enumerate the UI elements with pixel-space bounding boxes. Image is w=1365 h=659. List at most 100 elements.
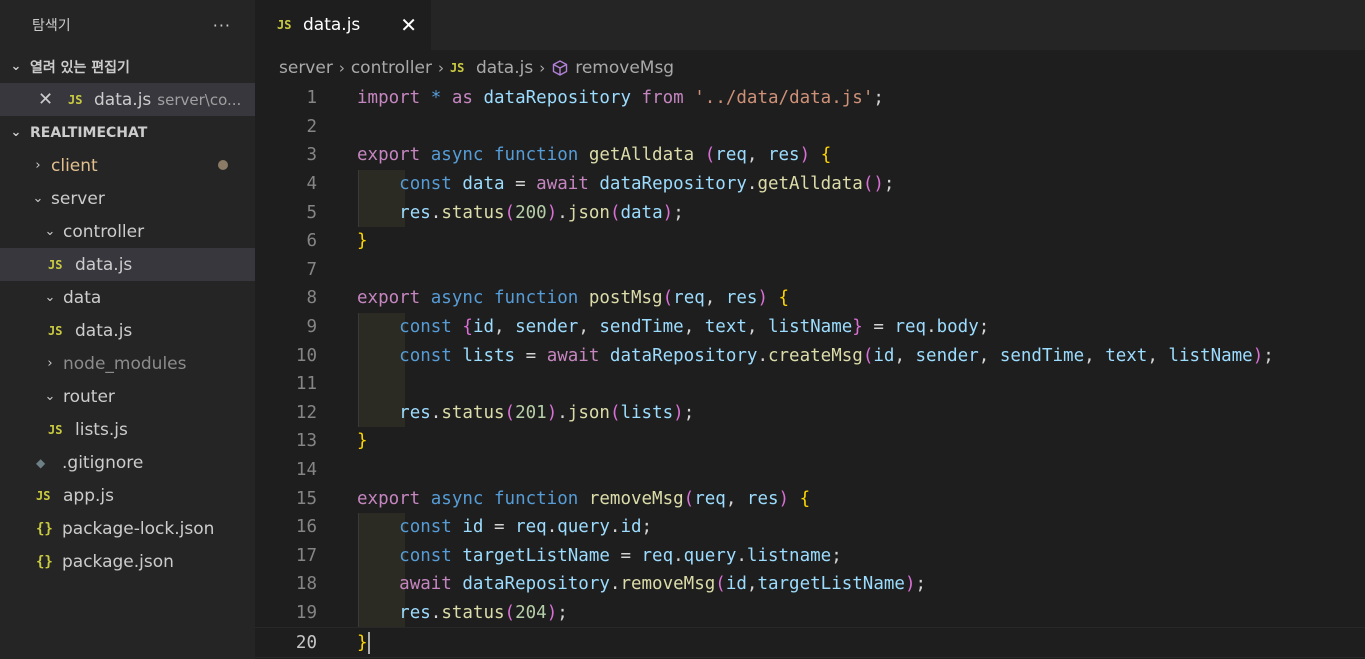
tab-bar: JS data.js ✕ (255, 0, 1365, 50)
code-line[interactable]: 16 const id = req.query.id; (255, 512, 1365, 542)
close-icon[interactable]: ✕ (400, 13, 417, 37)
breadcrumb-controller[interactable]: controller (351, 58, 432, 78)
code-text: } (357, 231, 368, 251)
code-line[interactable]: 17 const targetListName = req.query.list… (255, 541, 1365, 571)
code-token: , (746, 574, 758, 595)
code-token: ; (641, 517, 653, 538)
tree-item-node-modules[interactable]: › node_modules (0, 347, 255, 380)
code-editor[interactable]: 1 import * as dataRepository from '../dat… (255, 84, 1365, 658)
tree-item-router[interactable]: ⌄ router (0, 380, 255, 413)
code-token: ; (673, 202, 684, 223)
code-token: res (399, 602, 431, 623)
code-token: ) (1252, 345, 1264, 366)
code-token: ( (862, 345, 874, 366)
code-line[interactable]: 20} (255, 627, 1365, 658)
code-token: { (820, 145, 832, 166)
code-token: . (609, 574, 621, 595)
tree-item-package-json[interactable]: {} package.json (0, 545, 255, 578)
chevron-down-icon: ⌄ (10, 59, 22, 74)
tab-data-js[interactable]: JS data.js ✕ (255, 0, 431, 50)
code-token: status (441, 402, 505, 423)
code-token: listName (1168, 345, 1253, 366)
tree-item-lists-js[interactable]: JS lists.js (0, 413, 255, 446)
code-token: ; (557, 602, 568, 623)
code-token: function (494, 145, 579, 166)
code-token: . (430, 202, 442, 223)
code-token: sender (915, 345, 979, 366)
code-token: . (757, 345, 768, 366)
js-file-icon: JS (68, 92, 83, 107)
code-line[interactable]: 4 const data = await dataRepository.getA… (255, 169, 1365, 199)
code-text: } (357, 431, 368, 451)
code-token: ( (683, 488, 695, 509)
code-text: const targetListName = req.query.listnam… (357, 546, 842, 566)
code-token: sendTime (599, 317, 684, 338)
tree-item-server[interactable]: ⌄ server (0, 182, 255, 215)
code-token: , (746, 317, 768, 338)
open-editors-section[interactable]: ⌄ 열려 있는 편집기 (0, 50, 255, 83)
tree-item-data[interactable]: ⌄ data (0, 281, 255, 314)
code-token: dataRepository (462, 574, 610, 595)
code-token: req (715, 145, 747, 166)
code-token: ; (978, 317, 990, 338)
tree-item-controller[interactable]: ⌄ controller (0, 215, 255, 248)
code-line[interactable]: 3 export async function getAlldata (req, … (255, 141, 1365, 170)
tree-item-label: app.js (63, 485, 114, 506)
code-token: const (399, 345, 452, 366)
code-line[interactable]: 12 res.status(201).json(lists); (255, 398, 1365, 428)
code-line[interactable]: 11 (255, 369, 1365, 399)
code-token: ) (673, 402, 684, 423)
code-token: dataRepository (483, 88, 631, 109)
line-number: 20 (295, 632, 317, 653)
code-line[interactable]: 10 const lists = await dataRepository.cr… (255, 341, 1365, 370)
code-token: ; (683, 402, 695, 423)
more-actions-icon[interactable]: ··· (213, 16, 231, 35)
code-line[interactable]: 9 const {id, sender, sendTime, text, lis… (255, 312, 1365, 342)
line-number: 19 (295, 602, 317, 623)
tree-item-package-lock-json[interactable]: {} package-lock.json (0, 512, 255, 545)
breadcrumb-symbol[interactable]: removeMsg (575, 58, 674, 78)
code-line[interactable]: 6} (255, 227, 1365, 256)
code-line[interactable]: 1 import * as dataRepository from '../dat… (255, 84, 1365, 113)
tree-item--gitignore[interactable]: ◆ .gitignore (0, 446, 255, 479)
code-line[interactable]: 13} (255, 427, 1365, 456)
js-file-icon: JS (277, 18, 292, 32)
code-line[interactable]: 8 export async function postMsg(req, res)… (255, 284, 1365, 313)
code-line[interactable]: 15 export async function removeMsg(req, r… (255, 484, 1365, 513)
code-token: import (357, 88, 421, 109)
open-editor-item[interactable]: ✕ JS data.js server\co... (0, 83, 255, 116)
tree-item-data-js[interactable]: JS data.js (0, 248, 255, 281)
code-line[interactable]: 18 await dataRepository.removeMsg(id,tar… (255, 570, 1365, 599)
code-token: text (1105, 345, 1148, 366)
project-section[interactable]: ⌄ REALTIMECHAT (0, 116, 255, 149)
project-label: REALTIMECHAT (30, 124, 148, 141)
code-line[interactable]: 5 res.status(200).json(data); (255, 198, 1365, 227)
breadcrumb-server[interactable]: server (279, 58, 333, 78)
code-line[interactable]: 2 (255, 113, 1365, 142)
line-number: 16 (295, 517, 317, 538)
breadcrumb-file[interactable]: data.js (476, 58, 533, 78)
close-icon[interactable]: ✕ (38, 89, 58, 110)
tree-item-client[interactable]: › client (0, 149, 255, 182)
tree-item-label: controller (63, 221, 145, 242)
code-token: ( (862, 174, 874, 195)
code-line[interactable]: 19 res.status(204); (255, 598, 1365, 628)
code-line[interactable]: 7 (255, 256, 1365, 285)
tree-item-label: package.json (62, 551, 174, 572)
tree-item-app-js[interactable]: JS app.js (0, 479, 255, 512)
code-text: export async function getAlldata (req, r… (357, 145, 831, 165)
indent-guide (358, 369, 405, 399)
tree-item-data-js[interactable]: JS data.js (0, 314, 255, 347)
line-number: 1 (306, 88, 317, 109)
code-line[interactable]: 14 (255, 456, 1365, 485)
